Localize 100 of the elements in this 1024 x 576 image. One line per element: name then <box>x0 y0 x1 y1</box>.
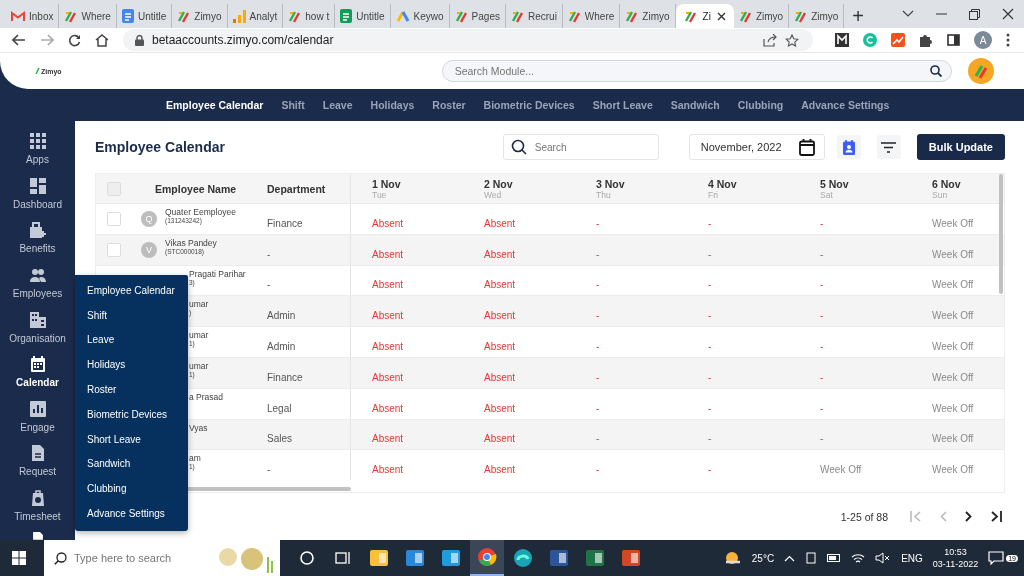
taskbar-search-field[interactable]: Type here to search <box>44 540 280 576</box>
employee-name: umar <box>189 330 209 341</box>
tab-title: Pages <box>471 10 500 22</box>
search-icon[interactable] <box>929 65 942 77</box>
sidebar-item[interactable]: Request <box>0 439 75 484</box>
menu-item[interactable]: Biometric Devices <box>75 402 188 427</box>
sidebar-item[interactable]: Benefits <box>0 216 75 261</box>
dashboard-icon <box>29 177 46 194</box>
initial-avatar: Q <box>141 210 157 227</box>
attendance-status: - <box>820 279 825 291</box>
sidebar-item[interactable]: Dashboard <box>0 171 75 217</box>
battery-icon[interactable] <box>827 554 842 562</box>
filter-button[interactable] <box>876 135 901 159</box>
day-date: 5 Nov <box>820 177 850 190</box>
attendance-status: Absent <box>484 248 517 260</box>
menu-item[interactable]: Short Leave <box>75 426 188 452</box>
nav-link[interactable]: Holidays <box>370 99 415 111</box>
attendance-status: - <box>596 217 601 229</box>
attendance-status: - <box>820 341 825 352</box>
speaker-muted-icon[interactable] <box>875 552 892 564</box>
browser-tab[interactable]: Zi <box>675 4 734 28</box>
menu-item[interactable]: Holidays <box>75 352 188 378</box>
day-weekday: Sun <box>932 189 949 200</box>
menu-item[interactable]: Roster <box>75 377 188 402</box>
next-page-icon[interactable] <box>965 511 972 522</box>
sidebar-item[interactable]: Organisation <box>0 305 75 350</box>
employees-icon <box>29 267 46 283</box>
reload-icon[interactable] <box>68 33 81 47</box>
bulk-update-button[interactable]: Bulk Update <box>916 134 1005 160</box>
sidebar-item[interactable]: Calendar <box>0 349 75 395</box>
sidebar-item[interactable]: Apps <box>0 127 75 172</box>
attendance-status: Week Off <box>932 248 975 260</box>
page-title: Employee Calendar <box>95 139 225 155</box>
slash-logo-icon <box>683 9 697 23</box>
chrome-taskbar-icon[interactable] <box>470 540 504 576</box>
more-menu-icon[interactable] <box>1006 33 1010 47</box>
menu-item[interactable]: Sandwich <box>75 451 188 477</box>
month-picker[interactable]: November, 2022 <box>688 134 825 160</box>
sidebar-item[interactable]: Employees <box>0 260 75 306</box>
menu-item[interactable]: Clubbing <box>75 476 188 502</box>
nav-link[interactable]: Short Leave <box>592 99 653 111</box>
wifi-icon[interactable] <box>851 552 866 564</box>
weather-icon[interactable] <box>723 551 742 565</box>
share-icon[interactable] <box>763 33 777 47</box>
chevron-down-icon[interactable] <box>902 10 914 18</box>
attendance-status: Absent <box>484 464 517 476</box>
close-icon[interactable] <box>1002 8 1014 20</box>
last-page-icon[interactable] <box>990 511 1002 522</box>
nav-link[interactable]: Employee Calendar <box>166 99 264 111</box>
nav-link[interactable]: Sandwich <box>670 99 720 111</box>
slash-logo-icon <box>794 9 808 23</box>
menu-item[interactable]: Leave <box>75 327 188 353</box>
menu-item[interactable]: Employee Calendar <box>75 278 188 303</box>
taskbar-clock[interactable]: 10:53 03-11-2022 <box>932 546 979 570</box>
contact-button[interactable] <box>836 135 861 159</box>
search-field[interactable]: Search <box>502 134 659 160</box>
input-language[interactable]: ENG <box>901 552 923 564</box>
nav-link[interactable]: Clubbing <box>737 99 784 111</box>
nav-link[interactable]: Shift <box>281 99 305 111</box>
puzzle-icon[interactable] <box>919 33 933 47</box>
attendance-status: Week Off <box>932 217 975 229</box>
slash-logo-icon <box>288 9 302 23</box>
nav-link[interactable]: Advance Settings <box>801 99 890 111</box>
extension-chart-icon[interactable] <box>891 33 905 47</box>
address-bar[interactable]: betaaccounts.zimyo.com/calendar <box>123 29 813 51</box>
back-arrow-icon[interactable] <box>12 34 26 46</box>
extension-m-icon[interactable] <box>835 33 849 47</box>
menu-item[interactable]: Advance Settings <box>75 501 188 526</box>
attendance-status: - <box>820 433 825 445</box>
attendance-status: - <box>596 464 601 476</box>
nav-link[interactable]: Roster <box>432 99 466 111</box>
vertical-scrollbar[interactable] <box>999 174 1003 294</box>
new-tab-button[interactable]: + <box>844 4 873 28</box>
side-panel-icon[interactable] <box>947 34 960 46</box>
nav-link[interactable]: Leave <box>322 99 353 111</box>
row-checkbox[interactable] <box>106 242 121 257</box>
department-text: Sales <box>267 433 293 445</box>
chevron-up-icon[interactable] <box>784 554 796 562</box>
sidebar-item[interactable]: Timesheet <box>0 483 75 529</box>
select-all-checkbox[interactable] <box>106 181 121 196</box>
nav-link[interactable]: Biometric Devices <box>483 99 575 111</box>
attendance-status: Absent <box>372 341 405 352</box>
module-search-field[interactable]: Search Module... <box>441 60 952 82</box>
slash-logo-icon <box>625 9 639 23</box>
employee-name: umar <box>189 299 209 310</box>
row-checkbox[interactable] <box>106 211 121 226</box>
attendance-status: Absent <box>484 433 517 445</box>
menu-item[interactable]: Shift <box>75 302 188 328</box>
device-icon[interactable] <box>805 552 818 564</box>
tab-title: Where <box>584 10 615 22</box>
profile-avatar[interactable]: A <box>974 31 992 49</box>
app-logo-icon[interactable] <box>968 58 994 84</box>
star-icon[interactable] <box>785 33 799 47</box>
sidebar-item[interactable]: Engage <box>0 394 75 440</box>
close-icon[interactable] <box>716 11 726 21</box>
windows-start-icon[interactable] <box>12 551 26 565</box>
employee-name: am <box>189 453 201 464</box>
home-icon[interactable] <box>95 33 109 47</box>
weather-temperature[interactable]: 25°C <box>751 552 775 564</box>
restore-icon[interactable] <box>969 8 980 20</box>
